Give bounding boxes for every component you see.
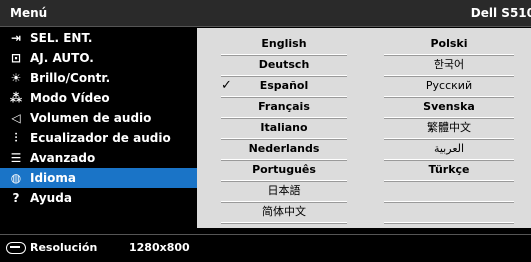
status-footer: Resolución 1280x800 [0, 234, 531, 262]
language-option[interactable]: Polski [384, 34, 514, 55]
language-option[interactable]: Deutsch [221, 55, 347, 76]
language-option[interactable]: Svenska [384, 97, 514, 118]
sidebar-item-aj-auto[interactable]: ⊡ AJ. AUTO. [0, 48, 197, 68]
input-source-icon: ⇥ [10, 31, 22, 45]
sidebar-item-label: AJ. AUTO. [30, 51, 94, 65]
language-column-2: Polski 한국어 Русский Svenska 繁體中文 العربية … [384, 34, 514, 223]
sidebar-item-label: Ecualizador de audio [30, 131, 171, 145]
language-label: Português [252, 163, 316, 176]
language-option-selected[interactable]: ✓ Español [221, 76, 347, 97]
language-panel: English Deutsch ✓ Español Français Italia… [197, 28, 531, 228]
resolution-icon [6, 242, 26, 254]
auto-adjust-icon: ⊡ [10, 51, 22, 65]
globe-icon: ◍ [10, 171, 22, 185]
sidebar-item-idioma[interactable]: ◍ Idioma [0, 168, 197, 188]
resolution-value: 1280x800 [129, 241, 190, 254]
sidebar-item-sel-ent[interactable]: ⇥ SEL. ENT. [0, 28, 197, 48]
sidebar-item-avanzado[interactable]: ☰ Avanzado [0, 148, 197, 168]
sidebar-item-label: Idioma [30, 171, 77, 185]
language-label: English [261, 37, 307, 50]
language-option[interactable]: Nederlands [221, 139, 347, 160]
sidebar-item-brillo[interactable]: ☀ Brillo/Contr. [0, 68, 197, 88]
language-label: العربية [433, 142, 465, 155]
sidebar-item-volumen[interactable]: ◁ Volumen de audio [0, 108, 197, 128]
language-option[interactable]: 简体中文 [221, 202, 347, 223]
language-option[interactable]: Français [221, 97, 347, 118]
language-label: Polski [430, 37, 468, 50]
language-option[interactable]: Italiano [221, 118, 347, 139]
language-label: 繁體中文 [427, 121, 471, 134]
language-option[interactable]: 日本語 [221, 181, 347, 202]
resolution-label: Resolución [30, 241, 98, 254]
language-label: Español [259, 79, 309, 92]
language-label: 日本語 [267, 184, 301, 197]
sidebar-item-label: Ayuda [30, 191, 72, 205]
language-option[interactable]: 한국어 [384, 55, 514, 76]
language-label: Deutsch [258, 58, 310, 71]
sidebar-item-label: Avanzado [30, 151, 96, 165]
language-option[interactable]: English [221, 34, 347, 55]
brightness-icon: ☀ [10, 71, 22, 85]
language-option[interactable]: Русский [384, 76, 514, 97]
equalizer-icon: ⫶ [14, 131, 18, 145]
sidebar-item-label: SEL. ENT. [30, 31, 93, 45]
speaker-icon: ◁ [11, 111, 21, 125]
advanced-icon: ☰ [10, 151, 22, 165]
language-label: 简体中文 [262, 205, 306, 218]
language-label: Français [258, 100, 310, 113]
language-option[interactable]: العربية [384, 139, 514, 160]
title-bar: Menú Dell S510 [0, 0, 531, 27]
sidebar-item-label: Volumen de audio [30, 111, 152, 125]
sidebar-item-ecualizador[interactable]: ⫶ Ecualizador de audio [0, 128, 197, 148]
language-label: Türkçe [428, 163, 470, 176]
language-label: Nederlands [248, 142, 320, 155]
language-option[interactable]: Türkçe [384, 160, 514, 181]
language-label: Italiano [260, 121, 308, 134]
sidebar-item-label: Modo Vídeo [30, 91, 110, 105]
language-label: Русский [425, 79, 473, 92]
language-option[interactable]: Português [221, 160, 347, 181]
sidebar-menu: ⇥ SEL. ENT. ⊡ AJ. AUTO. ☀ Brillo/Contr. ⁂ Mo… [0, 28, 197, 228]
language-column-1: English Deutsch ✓ Español Français Italia… [221, 34, 347, 223]
video-mode-icon: ⁂ [9, 91, 23, 105]
language-empty-slot [384, 202, 514, 223]
sidebar-item-modo-video[interactable]: ⁂ Modo Vídeo [0, 88, 197, 108]
language-empty-slot [384, 181, 514, 202]
projector-osd: Menú Dell S510 ⇥ SEL. ENT. ⊡ AJ. AUTO. ☀ Br… [0, 0, 531, 262]
help-icon: ? [12, 191, 20, 205]
language-label: Svenska [423, 100, 475, 113]
sidebar-item-ayuda[interactable]: ? Ayuda [0, 188, 197, 208]
language-option[interactable]: 繁體中文 [384, 118, 514, 139]
sidebar-item-label: Brillo/Contr. [30, 71, 111, 85]
menu-title: Menú [10, 6, 48, 20]
language-label: 한국어 [433, 58, 465, 71]
check-icon: ✓ [221, 78, 232, 93]
model-name: Dell S510 [470, 6, 531, 20]
